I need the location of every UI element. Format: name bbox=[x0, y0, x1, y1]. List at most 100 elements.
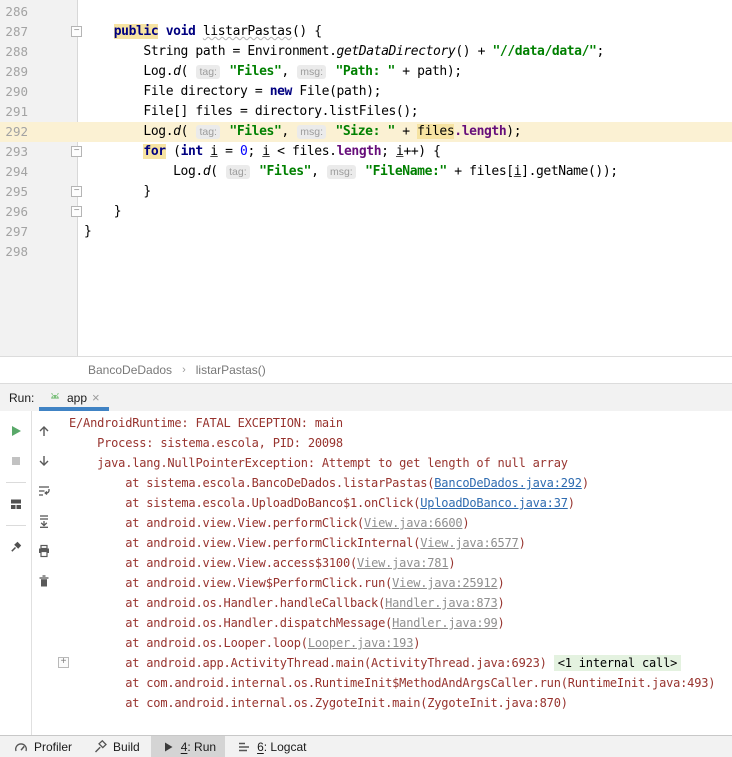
stack-trace-link[interactable]: Handler.java:99 bbox=[392, 616, 497, 630]
run-console[interactable]: E/AndroidRuntime: FATAL EXCEPTION: main … bbox=[56, 411, 732, 735]
code-token: new bbox=[270, 84, 292, 99]
fold-marker-icon[interactable]: − bbox=[71, 206, 82, 217]
fold-marker-icon[interactable]: − bbox=[71, 26, 82, 37]
console-line: E/AndroidRuntime: FATAL EXCEPTION: main bbox=[56, 413, 732, 433]
code-line[interactable]: 290 File directory = new File(path); bbox=[0, 82, 732, 102]
code-token: "//data/data/" bbox=[492, 44, 596, 59]
stack-trace-link[interactable]: View.java:6577 bbox=[420, 536, 518, 550]
code-line[interactable]: 297} bbox=[0, 222, 732, 242]
code-token: i bbox=[210, 144, 217, 159]
code-token: + path); bbox=[395, 64, 462, 79]
parameter-hint: tag: bbox=[226, 165, 250, 179]
print-button[interactable] bbox=[36, 543, 52, 559]
tool-window-button-logcat[interactable]: 6: Logcat bbox=[227, 736, 315, 757]
code-token: "Size: " bbox=[335, 124, 394, 139]
code-token: ) bbox=[413, 636, 420, 650]
code-token: at com.android.internal.os.ZygoteInit.ma… bbox=[69, 696, 568, 710]
pin-button[interactable] bbox=[8, 539, 24, 555]
stack-trace-link[interactable]: UploadDoBanco.java:37 bbox=[420, 496, 568, 510]
soft-wrap-button[interactable] bbox=[36, 483, 52, 499]
console-line: at android.os.Handler.handleCallback(Han… bbox=[56, 593, 732, 613]
code-line[interactable]: 289 Log.d( tag: "Files", msg: "Path: " +… bbox=[0, 62, 732, 82]
stack-trace-link[interactable]: Handler.java:873 bbox=[385, 596, 497, 610]
logcat-icon bbox=[236, 739, 252, 755]
close-icon[interactable]: × bbox=[92, 391, 100, 404]
tool-window-button-profiler[interactable]: Profiler bbox=[4, 736, 81, 757]
code-token: void bbox=[166, 24, 196, 39]
code-token: () + bbox=[455, 44, 492, 59]
stack-trace-link[interactable]: Looper.java:193 bbox=[308, 636, 413, 650]
console-line: at android.view.View$PerformClick.run(Vi… bbox=[56, 573, 732, 593]
code-token: , bbox=[311, 164, 326, 179]
line-number: 295 bbox=[0, 182, 28, 202]
rerun-button[interactable] bbox=[8, 423, 24, 439]
code-editor[interactable]: 286287− public void listarPastas() {288 … bbox=[0, 0, 732, 356]
line-number: 290 bbox=[0, 82, 28, 102]
code-line[interactable]: 287− public void listarPastas() { bbox=[0, 22, 732, 42]
clear-all-button[interactable] bbox=[36, 573, 52, 589]
code-token: at sistema.escola.BancoDeDados.listarPas… bbox=[69, 476, 434, 490]
code-token: Log. bbox=[143, 64, 173, 79]
code-token: ; bbox=[247, 144, 262, 159]
tool-window-button-build[interactable]: Build bbox=[83, 736, 149, 757]
expand-icon[interactable]: + bbox=[58, 657, 69, 668]
parameter-hint: msg: bbox=[297, 65, 326, 79]
toolbar-divider bbox=[6, 482, 26, 483]
tool-window-bar: ProfilerBuild4: Run6: Logcat bbox=[0, 735, 732, 757]
stack-trace-link[interactable]: View.java:25912 bbox=[392, 576, 497, 590]
code-token: ) bbox=[568, 496, 575, 510]
code-line[interactable]: 296− } bbox=[0, 202, 732, 222]
code-token: } bbox=[114, 204, 121, 219]
up-the-stack-trace-button[interactable] bbox=[36, 423, 52, 439]
run-icon bbox=[160, 739, 176, 755]
android-icon bbox=[48, 389, 62, 406]
code-line[interactable]: 294 Log.d( tag: "Files", msg: "FileName:… bbox=[0, 162, 732, 182]
code-token: ( bbox=[210, 164, 225, 179]
fold-marker-icon[interactable]: − bbox=[71, 146, 82, 157]
code-token: File(path); bbox=[292, 84, 381, 99]
fold-marker-icon[interactable]: − bbox=[71, 186, 82, 197]
line-number: 287 bbox=[0, 22, 28, 42]
code-token: d bbox=[173, 64, 180, 79]
stack-trace-link[interactable]: View.java:781 bbox=[357, 556, 448, 570]
code-token: java.lang.NullPointerException: Attempt … bbox=[69, 456, 568, 470]
console-toolbar bbox=[32, 411, 56, 735]
code-token: listarPastas bbox=[203, 24, 292, 39]
run-panel-label: Run: bbox=[0, 384, 39, 411]
internal-call-badge: <1 internal call> bbox=[554, 655, 681, 671]
code-token: at android.view.View.performClick( bbox=[69, 516, 364, 530]
code-line[interactable]: 298 bbox=[0, 242, 732, 262]
code-token: "Files" bbox=[229, 124, 281, 139]
breadcrumb-item[interactable]: listarPastas() bbox=[196, 363, 266, 377]
code-token: for bbox=[143, 144, 165, 159]
code-token: ; bbox=[596, 44, 603, 59]
console-line: at sistema.escola.UploadDoBanco$1.onClic… bbox=[56, 493, 732, 513]
code-line[interactable]: 292 Log.d( tag: "Files", msg: "Size: " +… bbox=[0, 122, 732, 142]
line-number: 298 bbox=[0, 242, 28, 262]
code-line[interactable]: 286 bbox=[0, 2, 732, 22]
code-token: public bbox=[114, 24, 159, 39]
tab-app[interactable]: app × bbox=[39, 384, 109, 411]
code-token: < files. bbox=[270, 144, 337, 159]
code-token bbox=[158, 24, 165, 39]
stack-trace-link[interactable]: View.java:6600 bbox=[364, 516, 462, 530]
code-text: for (int i = 0; i < files.length; i++) { bbox=[84, 142, 441, 162]
code-text: Log.d( tag: "Files", msg: "FileName:" + … bbox=[84, 162, 618, 182]
scroll-to-end-button[interactable] bbox=[36, 513, 52, 529]
line-number: 289 bbox=[0, 62, 28, 82]
stack-trace-link[interactable]: BancoDeDados.java:292 bbox=[434, 476, 582, 490]
code-line[interactable]: 295− } bbox=[0, 182, 732, 202]
tool-window-button-run[interactable]: 4: Run bbox=[151, 736, 225, 757]
down-the-stack-trace-button[interactable] bbox=[36, 453, 52, 469]
breadcrumb-item[interactable]: BancoDeDados bbox=[88, 363, 172, 377]
code-token: ) bbox=[462, 516, 469, 530]
restore-layout-button[interactable] bbox=[8, 496, 24, 512]
code-line[interactable]: 293− for (int i = 0; i < files.length; i… bbox=[0, 142, 732, 162]
line-number: 288 bbox=[0, 42, 28, 62]
code-text: File[] files = directory.listFiles(); bbox=[84, 102, 418, 122]
stop-button[interactable] bbox=[8, 453, 24, 469]
code-line[interactable]: 291 File[] files = directory.listFiles()… bbox=[0, 102, 732, 122]
code-line[interactable]: 288 String path = Environment.getDataDir… bbox=[0, 42, 732, 62]
code-token: "Files" bbox=[229, 64, 281, 79]
android-studio-window: 286287− public void listarPastas() {288 … bbox=[0, 0, 732, 757]
